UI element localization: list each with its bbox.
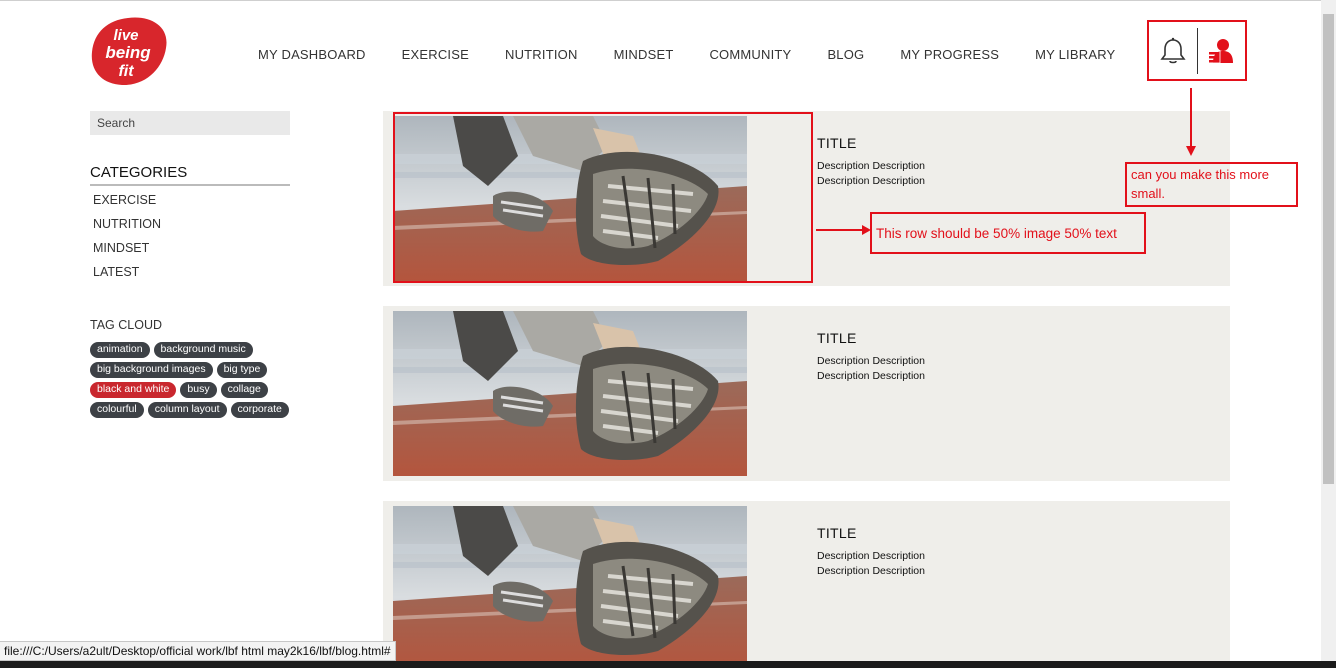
nav-item-mindset[interactable]: MINDSET xyxy=(614,47,674,62)
bell-icon xyxy=(1160,37,1186,63)
post-image[interactable] xyxy=(393,506,747,668)
tag-corporate[interactable]: corporate xyxy=(230,402,289,418)
tag-busy[interactable]: busy xyxy=(180,382,217,398)
scrollbar-thumb[interactable] xyxy=(1323,14,1334,484)
post-description-line: Description Description xyxy=(817,565,925,577)
profile-button[interactable] xyxy=(1197,22,1245,79)
post-description-line: Description Description xyxy=(817,160,925,172)
tag-column-layout[interactable]: column layout xyxy=(147,402,227,418)
status-bar-url: file:///C:/Users/a2ult/Desktop/official … xyxy=(0,641,396,661)
tag-colourful[interactable]: colourful xyxy=(90,402,144,418)
nav-item-my-library[interactable]: MY LIBRARY xyxy=(1035,47,1115,62)
nav-item-my-progress[interactable]: MY PROGRESS xyxy=(900,47,999,62)
nav-item-blog[interactable]: BLOG xyxy=(827,47,864,62)
category-item-nutrition[interactable]: NUTRITION xyxy=(93,216,161,240)
categories-heading: CATEGORIES xyxy=(90,164,290,186)
tag-black-and-white[interactable]: black and white xyxy=(90,382,177,398)
tag-cloud: animation background music big background … xyxy=(90,342,290,418)
site-logo[interactable]: live being fit xyxy=(90,16,168,86)
post-description-line: Description Description xyxy=(817,355,925,367)
post-title[interactable]: TITLE xyxy=(817,330,857,346)
nav-item-exercise[interactable]: EXERCISE xyxy=(402,47,469,62)
nav-item-my-dashboard[interactable]: MY DASHBOARD xyxy=(258,47,366,62)
post-title[interactable]: TITLE xyxy=(817,135,857,151)
search-input[interactable] xyxy=(90,111,290,135)
tag-collage[interactable]: collage xyxy=(220,382,268,398)
annotation-image-highlight xyxy=(393,112,813,283)
annotation-icon-note: can you make this more small. xyxy=(1127,163,1273,205)
header-icon-group xyxy=(1147,20,1247,81)
post-card[interactable]: TITLE Description Description Description … xyxy=(383,501,1230,668)
category-item-latest[interactable]: LATEST xyxy=(93,264,161,288)
post-description-line: Description Description xyxy=(817,175,925,187)
post-card[interactable]: TITLE Description Description Description … xyxy=(383,306,1230,481)
main-nav: MY DASHBOARD EXERCISE NUTRITION MINDSET COMM… xyxy=(258,47,1115,62)
nav-item-community[interactable]: COMMUNITY xyxy=(709,47,791,62)
logo-text-fit: fit xyxy=(118,63,134,80)
nav-item-nutrition[interactable]: NUTRITION xyxy=(505,47,578,62)
page: live being fit MY DASHBOARD EXERCISE NUTRI… xyxy=(0,0,1336,668)
annotation-arrow-down xyxy=(1186,88,1196,156)
post-image[interactable] xyxy=(393,311,747,476)
os-taskbar xyxy=(0,661,1336,668)
tag-big-background-images[interactable]: big background images xyxy=(90,362,213,378)
user-profile-icon xyxy=(1207,38,1234,63)
logo-text-being: being xyxy=(105,43,151,62)
logo-graphic: live being fit xyxy=(91,17,167,86)
annotation-row-note: This row should be 50% image 50% text xyxy=(876,226,1117,241)
annotation-arrow-right xyxy=(816,225,871,235)
annotation-icon-note-line1: can you make this more xyxy=(1131,167,1270,182)
notifications-button[interactable] xyxy=(1149,22,1197,79)
categories-list: EXERCISE NUTRITION MINDSET LATEST xyxy=(93,192,161,288)
tag-cloud-heading: TAG CLOUD xyxy=(90,318,162,332)
annotation-icon-note-line2: small. xyxy=(1131,186,1165,201)
post-description-line: Description Description xyxy=(817,370,925,382)
window-top-border xyxy=(0,0,1336,1)
category-item-exercise[interactable]: EXERCISE xyxy=(93,192,161,216)
logo-text-live: live xyxy=(113,27,138,44)
tag-background-music[interactable]: background music xyxy=(153,342,253,358)
tag-big-type[interactable]: big type xyxy=(216,362,268,378)
tag-animation[interactable]: animation xyxy=(90,342,150,358)
post-description-line: Description Description xyxy=(817,550,925,562)
category-item-mindset[interactable]: MINDSET xyxy=(93,240,161,264)
post-title[interactable]: TITLE xyxy=(817,525,857,541)
